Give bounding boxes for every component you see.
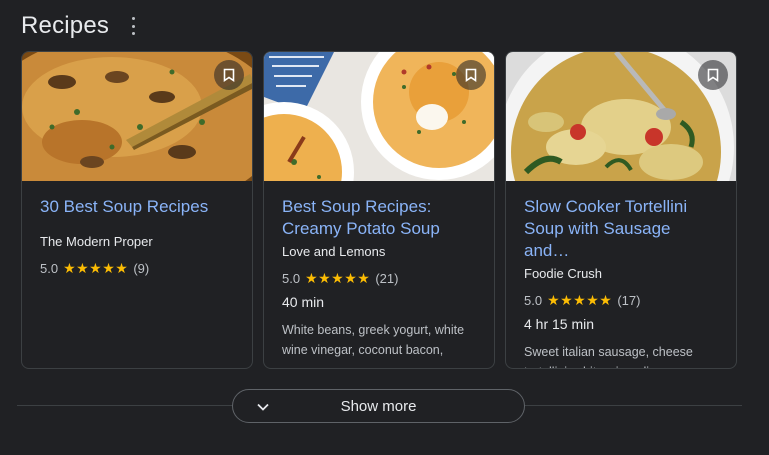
bookmark-icon[interactable]: [214, 60, 244, 90]
recipe-card[interactable]: Best Soup Recipes: Creamy Potato Soup Lo…: [263, 51, 495, 369]
bookmark-icon[interactable]: [456, 60, 486, 90]
recipe-rating: 5.0 ★★★★★ (21): [282, 270, 476, 286]
recipe-ingredients: White beans, greek yogurt, white wine vi…: [282, 323, 465, 357]
show-more-button[interactable]: Show more: [232, 389, 525, 423]
recipe-source: The Modern Proper: [40, 234, 153, 249]
recipe-rating: 5.0 ★★★★★ (9): [40, 260, 234, 276]
recipe-source: Foodie Crush: [524, 266, 603, 281]
recipe-card[interactable]: 30 Best Soup Recipes The Modern Proper 5…: [21, 51, 253, 369]
chevron-down-icon: [257, 403, 269, 411]
review-count: (17): [617, 292, 641, 308]
star-rating-icon: ★★★★★: [63, 259, 129, 276]
recipe-rating: 5.0 ★★★★★ (17): [524, 292, 718, 308]
recipe-image: [506, 52, 736, 181]
recipe-carousel: 30 Best Soup Recipes The Modern Proper 5…: [21, 51, 737, 369]
recipe-source: Love and Lemons: [282, 244, 386, 259]
rating-value: 5.0: [282, 270, 301, 286]
recipe-title[interactable]: 30 Best Soup Recipes: [40, 196, 234, 218]
recipe-title[interactable]: Slow Cooker Tortellini Soup with Sausage…: [524, 196, 718, 262]
review-count: (21): [375, 270, 399, 286]
section-title: Recipes: [21, 12, 110, 39]
recipe-card[interactable]: Slow Cooker Tortellini Soup with Sausage…: [505, 51, 737, 369]
recipe-image: [22, 52, 252, 181]
star-rating-icon: ★★★★★: [305, 269, 371, 286]
bookmark-icon[interactable]: [698, 60, 728, 90]
recipe-time: 40 min: [282, 294, 325, 310]
recipe-image: [264, 52, 494, 181]
review-count: (9): [133, 260, 150, 276]
recipe-title[interactable]: Best Soup Recipes: Creamy Potato Soup: [282, 196, 476, 240]
more-vert-icon[interactable]: [127, 17, 139, 35]
section-header: Recipes: [21, 10, 109, 42]
show-more-label: Show more: [340, 397, 417, 415]
rating-value: 5.0: [524, 292, 543, 308]
star-rating-icon: ★★★★★: [547, 291, 613, 308]
recipe-time: 4 hr 15 min: [524, 316, 595, 332]
rating-value: 5.0: [40, 260, 59, 276]
recipe-ingredients: Sweet italian sausage, cheese tortellini…: [524, 345, 693, 368]
